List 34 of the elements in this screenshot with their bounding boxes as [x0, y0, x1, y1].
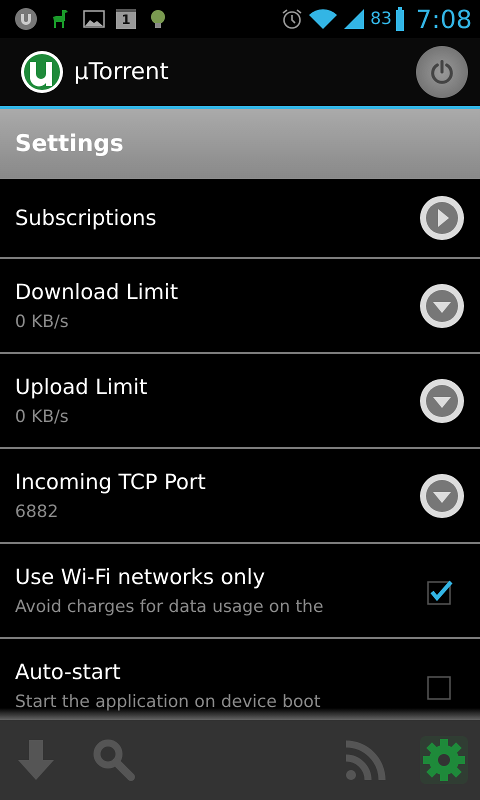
alarm-icon [280, 7, 304, 31]
power-button[interactable] [416, 46, 468, 98]
setting-title: Upload Limit [15, 374, 148, 398]
dropdown-icon[interactable] [420, 378, 464, 422]
clock: 7:08 [416, 4, 472, 34]
app-logo-icon [20, 50, 64, 94]
section-header: Settings [0, 109, 480, 179]
setting-title: Use Wi-Fi networks only [15, 564, 266, 588]
settings-row[interactable]: Download Limit 0 KB/s [0, 259, 480, 354]
app-title: µTorrent [74, 59, 170, 85]
setting-summary: 6882 [15, 502, 60, 522]
wifi-icon [308, 7, 338, 31]
torrent-logo-icon [14, 7, 38, 31]
power-icon [428, 58, 456, 86]
settings-row[interactable]: Subscriptions [0, 179, 480, 259]
battery-level: 83 [370, 9, 392, 29]
settings-row[interactable]: Use Wi-Fi networks only Avoid charges for data usage on the [0, 544, 480, 639]
settings-row[interactable]: Incoming TCP Port 6882 [0, 449, 480, 544]
setting-summary: Start the application on device boot [15, 692, 322, 712]
setting-summary: 0 KB/s [15, 312, 70, 332]
settings-row[interactable]: Upload Limit 0 KB/s [0, 354, 480, 449]
play-icon[interactable] [420, 196, 464, 240]
setting-summary: 0 KB/s [15, 406, 70, 426]
battery-icon [396, 7, 404, 31]
dropdown-icon[interactable] [420, 284, 464, 328]
setting-title: Auto-start [15, 660, 122, 684]
setting-title: Subscriptions [15, 206, 158, 230]
setting-summary: Avoid charges for data usage on the [15, 596, 324, 616]
setting-title: Download Limit [15, 280, 180, 304]
dropdown-icon[interactable] [420, 474, 464, 518]
setting-title: Incoming TCP Port [15, 470, 207, 494]
signal-icon [342, 7, 366, 31]
calendar-icon: 1 [116, 9, 136, 29]
settings-icon[interactable] [420, 736, 468, 784]
